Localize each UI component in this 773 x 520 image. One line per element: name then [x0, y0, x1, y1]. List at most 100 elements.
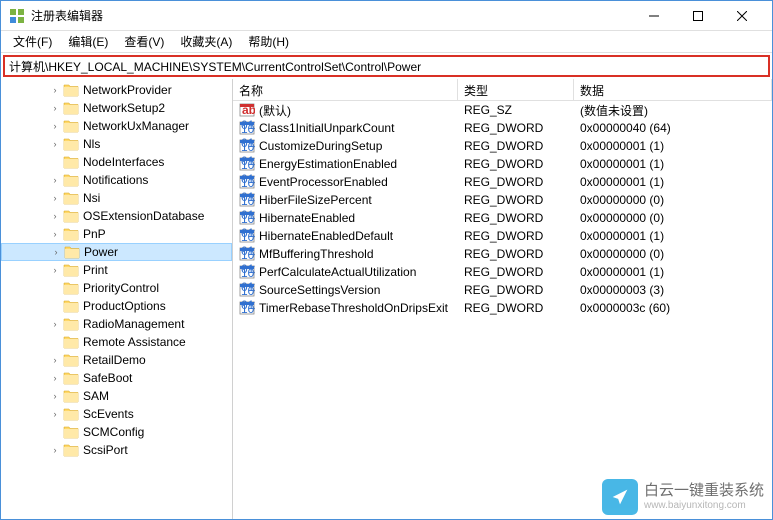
dword-value-icon	[239, 120, 255, 136]
value-row[interactable]: EnergyEstimationEnabledREG_DWORD0x000000…	[233, 155, 772, 173]
tree-item-sam[interactable]: ›SAM	[1, 387, 232, 405]
value-type: REG_DWORD	[458, 283, 574, 297]
column-name[interactable]: 名称	[233, 79, 458, 100]
close-button[interactable]	[720, 2, 764, 30]
tree-item-radiomanagement[interactable]: ›RadioManagement	[1, 315, 232, 333]
expand-arrow-icon[interactable]: ›	[49, 103, 61, 113]
expand-arrow-icon[interactable]: ›	[49, 409, 61, 419]
tree-view[interactable]: ›NetworkProvider›NetworkSetup2›NetworkUx…	[1, 79, 233, 519]
tree-item-power[interactable]: ›Power	[1, 243, 232, 261]
tree-item-scevents[interactable]: › ScEvents	[1, 405, 232, 423]
dword-value-icon	[239, 210, 255, 226]
folder-icon	[63, 227, 79, 241]
value-name: CustomizeDuringSetup	[259, 139, 382, 153]
value-type: REG_DWORD	[458, 157, 574, 171]
value-data: 0x00000001 (1)	[574, 265, 772, 279]
value-name: SourceSettingsVersion	[259, 283, 380, 297]
value-data: 0x00000001 (1)	[574, 229, 772, 243]
column-type[interactable]: 类型	[458, 79, 574, 100]
tree-item-notifications[interactable]: ›Notifications	[1, 171, 232, 189]
tree-item-print[interactable]: ›Print	[1, 261, 232, 279]
menu-bar: 文件(F) 编辑(E) 查看(V) 收藏夹(A) 帮助(H)	[1, 31, 772, 53]
expand-arrow-icon[interactable]: ›	[49, 193, 61, 203]
value-row[interactable]: HibernateEnabledREG_DWORD0x00000000 (0)	[233, 209, 772, 227]
value-row[interactable]: MfBufferingThresholdREG_DWORD0x00000000 …	[233, 245, 772, 263]
value-data: (数值未设置)	[574, 102, 772, 119]
dword-value-icon	[239, 282, 255, 298]
watermark-logo-icon	[602, 479, 638, 515]
tree-item-label: Nls	[83, 137, 100, 151]
value-type: REG_DWORD	[458, 229, 574, 243]
value-data: 0x00000000 (0)	[574, 193, 772, 207]
menu-favorites[interactable]: 收藏夹(A)	[172, 31, 240, 52]
expand-arrow-icon[interactable]: ›	[49, 373, 61, 383]
tree-item-remote-assistance[interactable]: Remote Assistance	[1, 333, 232, 351]
dword-value-icon	[239, 264, 255, 280]
menu-help[interactable]: 帮助(H)	[240, 31, 297, 52]
value-row[interactable]: CustomizeDuringSetupREG_DWORD0x00000001 …	[233, 137, 772, 155]
maximize-button[interactable]	[676, 2, 720, 30]
tree-item-label: Nsi	[83, 191, 100, 205]
tree-item-productoptions[interactable]: ProductOptions	[1, 297, 232, 315]
expand-arrow-icon[interactable]: ›	[49, 391, 61, 401]
expand-arrow-icon[interactable]: ›	[49, 211, 61, 221]
tree-item-label: Remote Assistance	[83, 335, 186, 349]
tree-item-pnp[interactable]: ›PnP	[1, 225, 232, 243]
window-title: 注册表编辑器	[31, 7, 632, 24]
folder-icon	[63, 281, 79, 295]
tree-item-label: ScsiPort	[83, 443, 128, 457]
expand-arrow-icon[interactable]: ›	[49, 265, 61, 275]
folder-icon	[64, 245, 80, 259]
value-row[interactable]: PerfCalculateActualUtilizationREG_DWORD0…	[233, 263, 772, 281]
expand-arrow-icon[interactable]: ›	[49, 85, 61, 95]
folder-icon	[63, 191, 79, 205]
value-row[interactable]: TimerRebaseThresholdOnDripsExitREG_DWORD…	[233, 299, 772, 317]
expand-arrow-icon[interactable]: ›	[49, 319, 61, 329]
value-row[interactable]: Class1InitialUnparkCountREG_DWORD0x00000…	[233, 119, 772, 137]
tree-item-networkprovider[interactable]: ›NetworkProvider	[1, 81, 232, 99]
value-row[interactable]: (默认)REG_SZ(数值未设置)	[233, 101, 772, 119]
minimize-button[interactable]	[632, 2, 676, 30]
expand-arrow-icon[interactable]: ›	[49, 121, 61, 131]
tree-item-networkuxmanager[interactable]: ›NetworkUxManager	[1, 117, 232, 135]
folder-icon	[63, 353, 79, 367]
menu-file[interactable]: 文件(F)	[5, 31, 60, 52]
value-row[interactable]: SourceSettingsVersionREG_DWORD0x00000003…	[233, 281, 772, 299]
value-type: REG_DWORD	[458, 265, 574, 279]
tree-item-safeboot[interactable]: ›SafeBoot	[1, 369, 232, 387]
tree-item-label: NetworkSetup2	[83, 101, 165, 115]
expand-arrow-icon[interactable]: ›	[49, 445, 61, 455]
menu-edit[interactable]: 编辑(E)	[60, 31, 116, 52]
expand-arrow-icon[interactable]: ›	[49, 355, 61, 365]
expand-arrow-icon[interactable]: ›	[49, 139, 61, 149]
tree-item-scsiport[interactable]: › ScsiPort	[1, 441, 232, 459]
value-row[interactable]: HiberFileSizePercentREG_DWORD0x00000000 …	[233, 191, 772, 209]
tree-item-label: ScEvents	[83, 407, 134, 421]
tree-item-networksetup2[interactable]: › NetworkSetup2	[1, 99, 232, 117]
column-data[interactable]: 数据	[574, 79, 772, 100]
menu-view[interactable]: 查看(V)	[116, 31, 172, 52]
value-data: 0x00000001 (1)	[574, 139, 772, 153]
tree-item-nls[interactable]: › Nls	[1, 135, 232, 153]
tree-item-nodeinterfaces[interactable]: NodeInterfaces	[1, 153, 232, 171]
folder-icon	[63, 335, 79, 349]
tree-item-scmconfig[interactable]: SCMConfig	[1, 423, 232, 441]
expand-arrow-icon[interactable]: ›	[49, 229, 61, 239]
tree-item-nsi[interactable]: › Nsi	[1, 189, 232, 207]
value-row[interactable]: EventProcessorEnabledREG_DWORD0x00000001…	[233, 173, 772, 191]
list-view[interactable]: 名称 类型 数据 (默认)REG_SZ(数值未设置)Class1InitialU…	[233, 79, 772, 519]
tree-item-retaildemo[interactable]: ›RetailDemo	[1, 351, 232, 369]
value-data: 0x00000040 (64)	[574, 121, 772, 135]
value-name: Class1InitialUnparkCount	[259, 121, 394, 135]
expand-arrow-icon[interactable]: ›	[50, 247, 62, 257]
expand-arrow-icon[interactable]: ›	[49, 175, 61, 185]
value-type: REG_DWORD	[458, 247, 574, 261]
tree-item-label: SCMConfig	[83, 425, 144, 439]
address-bar[interactable]: 计算机\HKEY_LOCAL_MACHINE\SYSTEM\CurrentCon…	[3, 55, 770, 77]
tree-item-prioritycontrol[interactable]: PriorityControl	[1, 279, 232, 297]
value-row[interactable]: HibernateEnabledDefaultREG_DWORD0x000000…	[233, 227, 772, 245]
tree-item-osextensiondatabase[interactable]: ›OSExtensionDatabase	[1, 207, 232, 225]
maximize-icon	[693, 11, 703, 21]
value-name: MfBufferingThreshold	[259, 247, 374, 261]
folder-icon	[63, 209, 79, 223]
